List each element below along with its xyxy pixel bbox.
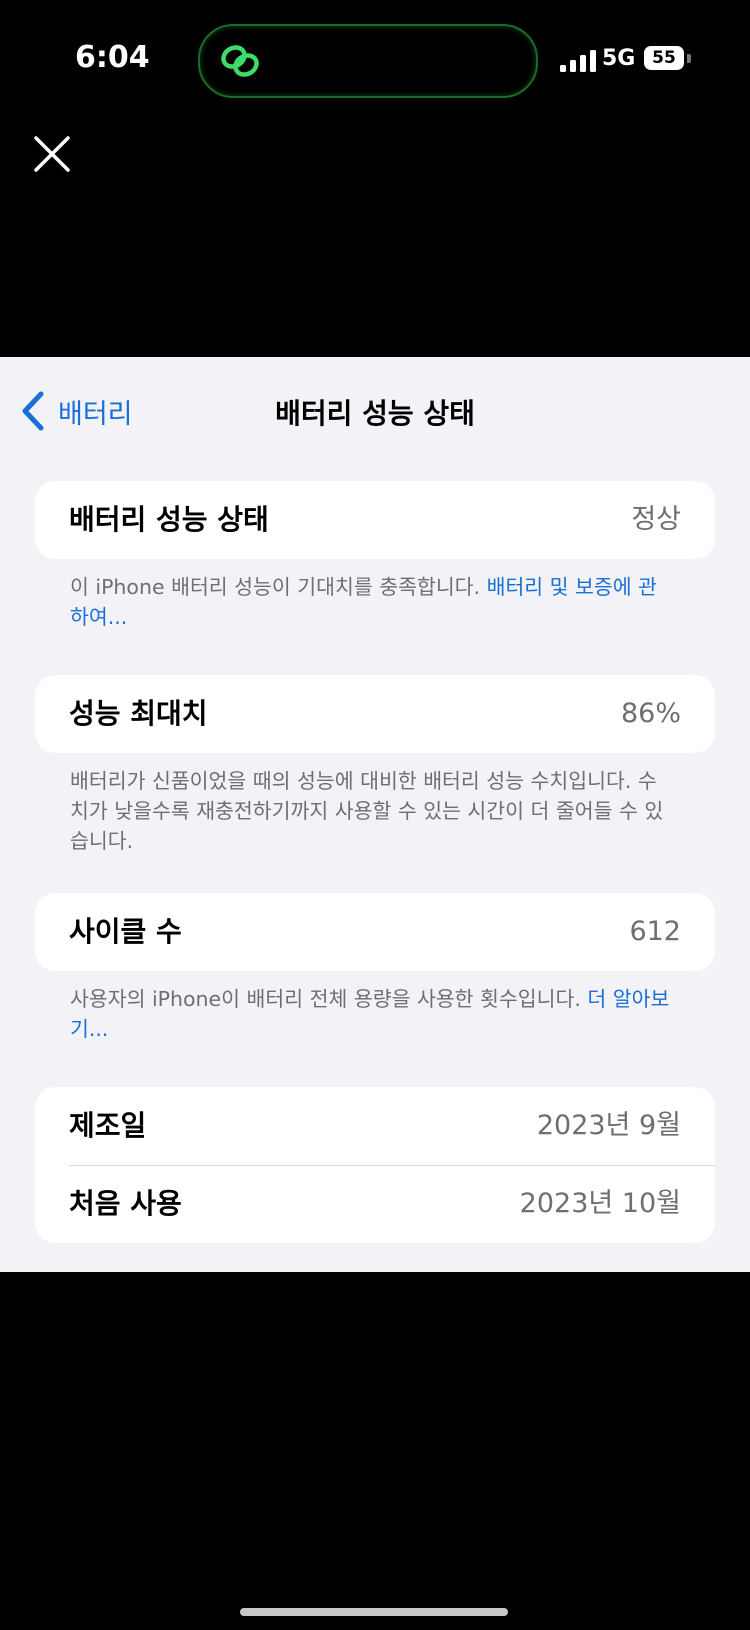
battery-health-label: 배터리 성능 상태 — [69, 503, 269, 536]
cycle-count-card: 사이클 수 612 — [35, 893, 715, 971]
link-rings-icon — [221, 45, 259, 77]
cycle-count-row: 사이클 수 612 — [35, 893, 715, 971]
battery-health-row: 배터리 성능 상태 정상 — [35, 481, 715, 559]
cycle-count-note: 사용자의 iPhone이 배터리 전체 용량을 사용한 횟수입니다. 더 알아보… — [70, 984, 670, 1044]
close-icon[interactable] — [30, 132, 74, 176]
max-capacity-value: 86% — [620, 698, 681, 729]
manufacture-date-label: 제조일 — [69, 1109, 147, 1142]
status-time: 6:04 — [75, 40, 150, 75]
network-type: 5G — [602, 46, 636, 71]
battery-health-card: 배터리 성능 상태 정상 — [35, 481, 715, 559]
max-capacity-card: 성능 최대치 86% — [35, 675, 715, 753]
dates-card: 제조일 2023년 9월 처음 사용 2023년 10월 — [35, 1087, 715, 1243]
page-title: 배터리 성능 상태 — [275, 397, 475, 430]
first-use-label: 처음 사용 — [69, 1187, 182, 1220]
max-capacity-row: 성능 최대치 86% — [35, 675, 715, 753]
status-bar: 6:04 5G 55 — [0, 0, 750, 120]
battery-icon: 55 — [644, 46, 684, 70]
battery-health-screen: 배터리 배터리 성능 상태 배터리 성능 상태 정상 이 iPhone 배터리 … — [0, 357, 750, 1272]
dynamic-island[interactable] — [198, 24, 538, 98]
battery-health-note-text: 이 iPhone 배터리 성능이 기대치를 충족합니다. — [70, 575, 487, 599]
battery-health-note: 이 iPhone 배터리 성능이 기대치를 충족합니다. 배터리 및 보증에 관… — [70, 572, 670, 632]
max-capacity-label: 성능 최대치 — [69, 697, 208, 730]
manufacture-date-row: 제조일 2023년 9월 — [35, 1087, 715, 1165]
max-capacity-note: 배터리가 신품이었을 때의 성능에 대비한 배터리 성능 수치입니다. 수치가 … — [70, 769, 664, 853]
home-indicator[interactable] — [240, 1608, 508, 1616]
first-use-row: 처음 사용 2023년 10월 — [35, 1165, 715, 1243]
battery-tip — [687, 54, 691, 63]
cycle-count-value: 612 — [629, 916, 681, 947]
cellular-signal-icon — [560, 50, 596, 72]
first-use-value: 2023년 10월 — [519, 1188, 681, 1219]
cycle-count-label: 사이클 수 — [69, 915, 182, 948]
cycle-count-note-text: 사용자의 iPhone이 배터리 전체 용량을 사용한 횟수입니다. — [70, 987, 588, 1011]
battery-health-value: 정상 — [631, 504, 681, 535]
manufacture-date-value: 2023년 9월 — [536, 1110, 681, 1141]
